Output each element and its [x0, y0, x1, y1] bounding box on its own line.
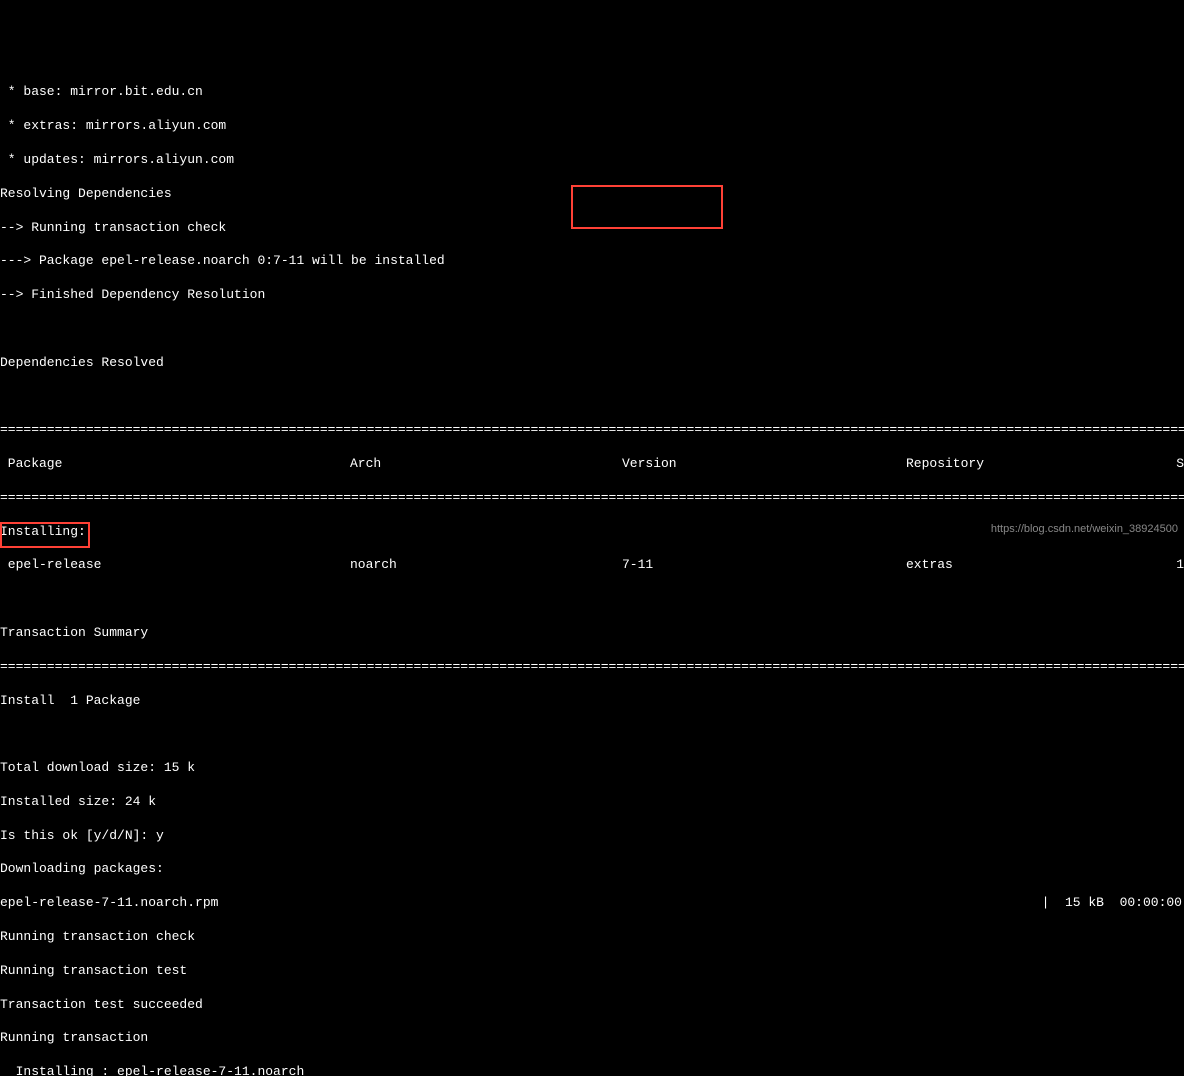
- line-updates: * updates: mirrors.aliyun.com: [0, 152, 1184, 169]
- line-run-check: Running transaction check: [0, 929, 1184, 946]
- cell-repository: extras: [906, 557, 1170, 574]
- terminal-output[interactable]: * base: mirror.bit.edu.cn * extras: mirr…: [0, 68, 1184, 1076]
- cell-size: 1: [1170, 557, 1184, 574]
- header-version: Version: [622, 456, 906, 473]
- line-test-succeeded: Transaction test succeeded: [0, 997, 1184, 1014]
- line-downloading: Downloading packages:: [0, 861, 1184, 878]
- cell-arch: noarch: [350, 557, 622, 574]
- header-arch: Arch: [350, 456, 622, 473]
- table-header: Package Arch Version Repository S: [0, 456, 1184, 473]
- line-extras: * extras: mirrors.aliyun.com: [0, 118, 1184, 135]
- line-blank: [0, 388, 1184, 405]
- line-base: * base: mirror.bit.edu.cn: [0, 84, 1184, 101]
- table-row: epel-release noarch 7-11 extras 1: [0, 557, 1184, 574]
- line-package: ---> Package epel-release.noarch 0:7-11 …: [0, 253, 1184, 270]
- line-rpm: epel-release-7-11.noarch.rpm | 15 kB 00:…: [0, 895, 1184, 912]
- line-dep-resolved: Dependencies Resolved: [0, 355, 1184, 372]
- header-repository: Repository: [906, 456, 1170, 473]
- separator-mid: ========================================…: [0, 490, 1184, 507]
- line-installed-size: Installed size: 24 k: [0, 794, 1184, 811]
- transaction-summary: Transaction Summary: [0, 625, 1184, 642]
- watermark: https://blog.csdn.net/weixin_38924500: [991, 522, 1178, 536]
- line-blank: [0, 321, 1184, 338]
- line-is-ok: Is this ok [y/d/N]: y: [0, 828, 1184, 845]
- header-size: S: [1170, 456, 1184, 473]
- line-blank: [0, 591, 1184, 608]
- line-running-check: --> Running transaction check: [0, 220, 1184, 237]
- separator-top: ========================================…: [0, 422, 1184, 439]
- line-finished: --> Finished Dependency Resolution: [0, 287, 1184, 304]
- line-blank: [0, 726, 1184, 743]
- cell-version: 7-11: [622, 557, 906, 574]
- line-installing: Installing : epel-release-7-11.noarch: [0, 1064, 1184, 1076]
- line-run-trans: Running transaction: [0, 1030, 1184, 1047]
- separator-bottom: ========================================…: [0, 659, 1184, 676]
- line-install: Install 1 Package: [0, 693, 1184, 710]
- rpm-progress: | 15 kB 00:00:00: [1042, 895, 1184, 912]
- line-download-size: Total download size: 15 k: [0, 760, 1184, 777]
- rpm-name: epel-release-7-11.noarch.rpm: [0, 895, 218, 912]
- header-package: Package: [0, 456, 350, 473]
- cell-package: epel-release: [0, 557, 350, 574]
- line-run-test: Running transaction test: [0, 963, 1184, 980]
- line-resolving: Resolving Dependencies: [0, 186, 1184, 203]
